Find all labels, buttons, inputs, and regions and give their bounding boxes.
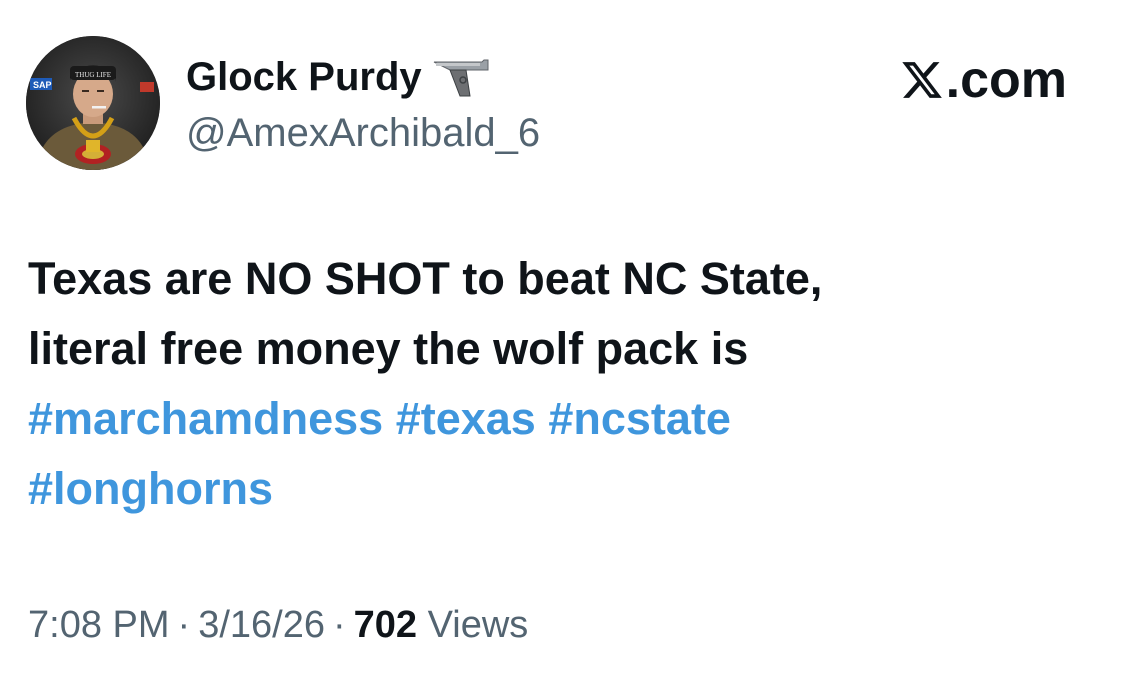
avatar-image: SAP THUG LIFE — [26, 36, 160, 170]
meta-separator: · — [177, 604, 191, 646]
hashtag-link[interactable]: #ncstate — [548, 393, 731, 444]
x-logo-icon — [901, 62, 942, 98]
tweet-meta: 7:08 PM · 3/16/26 · 702 Views — [28, 600, 528, 650]
svg-text:SAP: SAP — [33, 80, 52, 90]
tweet-text: Texas are NO SHOT to beat NC State, lite… — [28, 244, 1028, 524]
pistol-icon — [432, 56, 490, 98]
hashtag-link[interactable]: #longhorns — [28, 463, 273, 514]
avatar[interactable]: SAP THUG LIFE — [26, 36, 160, 170]
author-display-name[interactable]: Glock Purdy — [186, 52, 490, 102]
brand-suffix: .com — [945, 51, 1067, 109]
tweet-date[interactable]: 3/16/26 — [198, 604, 325, 646]
tweet-time[interactable]: 7:08 PM — [28, 604, 170, 646]
meta-separator: · — [332, 604, 346, 646]
tweet-line-1: Texas are NO SHOT to beat NC State, — [28, 253, 823, 304]
views-count: 702 — [353, 604, 418, 646]
views-label[interactable]: Views — [428, 604, 529, 646]
hashtag-link[interactable]: #marchamdness — [28, 393, 383, 444]
author-handle[interactable]: @AmexArchibald_6 — [186, 108, 540, 158]
svg-text:THUG LIFE: THUG LIFE — [75, 71, 111, 79]
brand-watermark: .com — [900, 50, 1067, 110]
hashtag-line-1: #marchamdness #texas #ncstate — [28, 384, 1028, 454]
hashtag-line-2: #longhorns — [28, 454, 1028, 524]
display-name-text: Glock Purdy — [186, 55, 422, 99]
tweet-line-2: literal free money the wolf pack is — [28, 323, 749, 374]
hashtag-link[interactable]: #texas — [396, 393, 536, 444]
